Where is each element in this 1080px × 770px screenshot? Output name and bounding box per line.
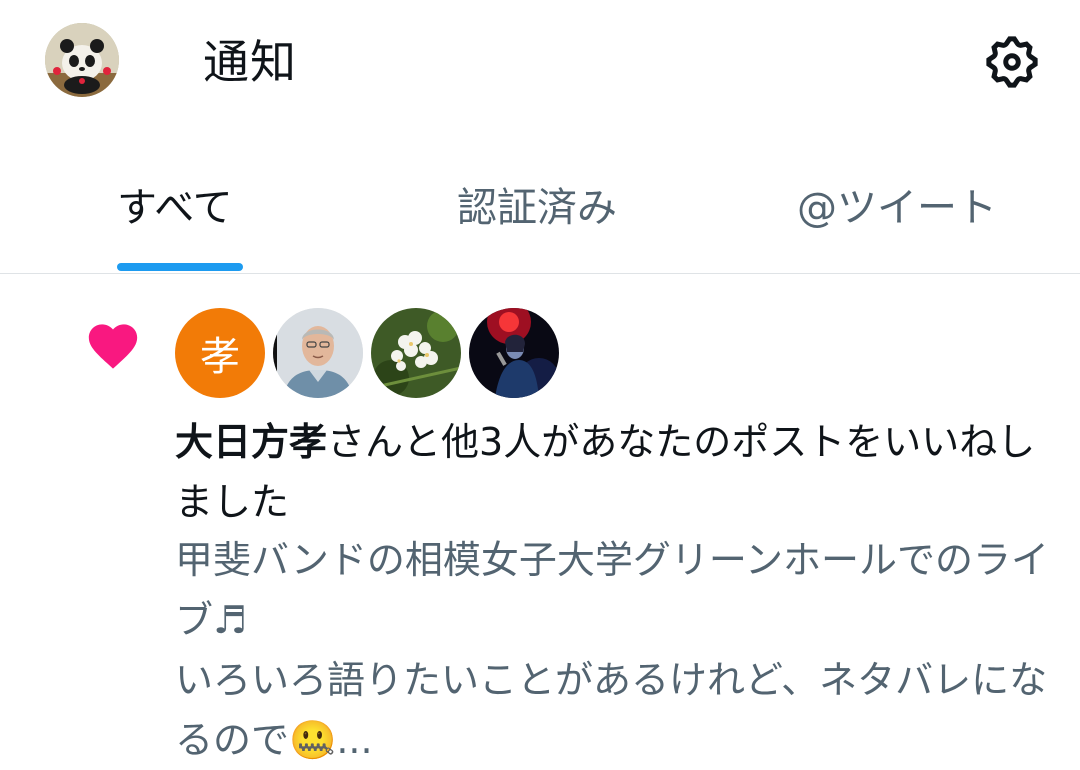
tab-mentions[interactable]: @ツイート	[797, 180, 997, 236]
tab-verified[interactable]: 認証済み	[457, 180, 617, 236]
notification-message: 大日方孝さんと他3人があなたのポストをいいねしました	[175, 412, 1055, 532]
heart-icon	[88, 324, 138, 369]
concert-photo-icon[interactable]	[469, 308, 559, 398]
settings-button[interactable]	[980, 30, 1044, 94]
user-avatar-icon[interactable]	[45, 23, 119, 97]
page-title: 通知	[203, 35, 297, 89]
person-photo-icon[interactable]	[273, 308, 363, 398]
post-snippet[interactable]: 甲斐バンドの相模女子大学グリーンホールでのライブ♬ いろいろ語りたいことがあるけ…	[175, 530, 1055, 770]
tab-all[interactable]: すべて	[117, 180, 233, 236]
avatar-initial: 孝	[200, 334, 240, 380]
gear-icon	[986, 36, 1038, 88]
flower-photo-icon[interactable]	[371, 308, 461, 398]
notification-item[interactable]: 孝 大日方孝さんと他3人があなたのポストをいいねしました 甲斐バンドの相模女子大…	[0, 300, 1080, 767]
active-tab-indicator	[117, 263, 243, 271]
avatar[interactable]: 孝	[175, 308, 265, 398]
top-bar: 通知	[0, 0, 1080, 130]
notification-tabs: すべて 認証済み @ツイート	[0, 168, 1080, 274]
actor-name-link[interactable]: 大日方孝	[175, 420, 327, 464]
